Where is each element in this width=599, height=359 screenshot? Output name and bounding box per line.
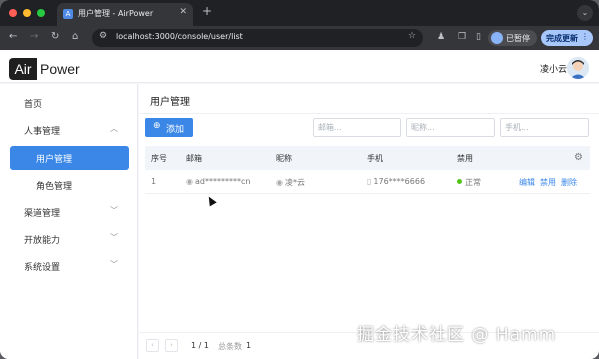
profile-label: 已暂停 (506, 34, 530, 43)
row-status: 正常 (457, 177, 481, 188)
mouse-cursor-icon (205, 194, 217, 207)
sidebar-item-label: 角色管理 (36, 182, 73, 192)
sidebar-item-user-management[interactable]: 用户管理 (10, 146, 129, 170)
extension-icon[interactable]: ♟ (437, 32, 445, 42)
column-header-email: 邮箱 (186, 154, 202, 163)
tab-active[interactable]: A 用户管理 - AirPower ✕ (57, 3, 193, 26)
chevron-down-icon: ﹀ (110, 233, 118, 242)
sidebar-item-label: 首页 (24, 100, 43, 110)
column-header-disabled: 禁用 (457, 154, 473, 163)
browser-window: A 用户管理 - AirPower ✕ + ⌄ ← → ↻ ⌂ ⚙ localh… (0, 0, 599, 359)
table-header: 序号 邮箱 昵称 手机 禁用 ⚙ (145, 146, 590, 170)
row-nickname-text: 凌*云 (284, 178, 305, 187)
email-filter-input[interactable] (313, 118, 401, 137)
delete-link[interactable]: 删除 (561, 177, 577, 188)
side-panel-icon[interactable]: ▯ (476, 32, 481, 42)
profile-avatar-icon (491, 32, 503, 44)
divider (139, 113, 599, 114)
sidebar-item-channel-management[interactable]: 渠道管理 ﹀ (0, 200, 138, 224)
status-badge: 正常 (465, 178, 481, 187)
watermark: 掘金技术社区 @ Hamm (357, 325, 557, 345)
user-avatar-icon (567, 57, 589, 79)
column-header-phone: 手机 (367, 154, 383, 163)
phone-icon[interactable]: ▯ (367, 177, 371, 186)
app-header: Air Power 凌小云 (0, 50, 599, 83)
add-button-label: 添加 (166, 125, 185, 135)
sidebar-item-open-capability[interactable]: 开放能力 ﹀ (0, 227, 138, 251)
maximize-window-button[interactable] (37, 9, 45, 17)
eye-icon[interactable]: ◉ (186, 177, 193, 186)
site-info-icon[interactable]: ⚙ (99, 31, 107, 41)
logo-power: Power (40, 61, 80, 77)
row-nickname: ◉ 凌*云 (276, 177, 305, 188)
add-button[interactable]: ⊕ 添加 (145, 118, 193, 137)
sidebar-item-label: 开放能力 (24, 236, 61, 246)
main-panel: 用户管理 ⊕ 添加 序号 邮箱 昵称 手机 禁用 ⚙ 1 ◉ad********… (139, 84, 599, 359)
more-menu-icon[interactable]: ⋮ (581, 32, 589, 41)
next-page-button[interactable]: › (165, 339, 178, 352)
sidebar-item-label: 渠道管理 (24, 209, 61, 219)
prev-page-button[interactable]: ‹ (146, 339, 159, 352)
extensions-puzzle-icon[interactable]: ❒ (458, 32, 466, 42)
total-count: 1 (246, 341, 252, 350)
status-dot-icon (457, 179, 462, 184)
sidebar-item-home[interactable]: 首页 (0, 91, 138, 115)
row-email-text: ad*********cn (194, 177, 251, 186)
total-label: 总条数 (218, 342, 242, 351)
reload-icon[interactable]: ↻ (51, 31, 59, 42)
minimize-window-button[interactable] (23, 9, 31, 17)
row-index: 1 (151, 177, 157, 186)
disable-link[interactable]: 禁用 (540, 177, 556, 188)
bookmark-star-icon[interactable]: ☆ (408, 31, 416, 41)
new-tab-icon[interactable]: + (202, 4, 212, 18)
url-text[interactable]: localhost:3000/console/user/list (116, 32, 243, 41)
chevron-up-icon: ︿ (110, 124, 118, 133)
column-header-nickname: 昵称 (276, 154, 292, 163)
row-phone: ▯ 176****6666 (367, 177, 425, 186)
page-indicator: 1 / 1 (191, 341, 209, 350)
row-email: ◉ ad*********cn (186, 177, 250, 186)
edit-link[interactable]: 编辑 (519, 177, 535, 188)
chevron-down-icon: ﹀ (110, 206, 118, 215)
username[interactable]: 凌小云 (540, 62, 567, 75)
tab-close-icon[interactable]: ✕ (179, 7, 187, 17)
phone-filter-input[interactable] (500, 118, 589, 137)
chevron-down-icon: ﹀ (110, 260, 118, 269)
tab-strip: A 用户管理 - AirPower ✕ + ⌄ (0, 0, 599, 26)
forward-arrow-icon[interactable]: → (30, 31, 38, 42)
table-settings-gear-icon[interactable]: ⚙ (574, 152, 583, 163)
close-window-button[interactable] (9, 9, 17, 17)
address-bar[interactable]: ⚙ localhost:3000/console/user/list ☆ (92, 29, 423, 47)
eye-icon[interactable]: ◉ (276, 178, 283, 187)
nickname-filter-input[interactable] (406, 118, 495, 137)
page-title: 用户管理 (150, 97, 190, 108)
sidebar: 首页 人事管理 ︿ 用户管理 角色管理 渠道管理 ﹀ 开放能力 ﹀ 系统设置 ﹀ (0, 84, 138, 359)
home-icon[interactable]: ⌂ (72, 31, 78, 42)
logo-air: Air (9, 58, 37, 80)
add-icon: ⊕ (153, 121, 161, 131)
table-row[interactable]: 1 ◉ ad*********cn ◉ 凌*云 ▯ 176****6666 正常 编辑… (145, 170, 590, 194)
profile-button[interactable]: 已暂停 (488, 30, 537, 46)
sidebar-item-label: 人事管理 (24, 127, 61, 137)
sidebar-item-label: 系统设置 (24, 263, 61, 273)
sidebar-item-system-settings[interactable]: 系统设置 ﹀ (0, 254, 138, 278)
tab-title: 用户管理 - AirPower (78, 9, 154, 18)
sidebar-item-hr-management[interactable]: 人事管理 ︿ (0, 118, 138, 142)
avatar[interactable] (567, 57, 589, 79)
back-arrow-icon[interactable]: ← (9, 31, 17, 42)
tab-search-chevron-icon[interactable]: ⌄ (577, 5, 593, 21)
column-header-index: 序号 (151, 154, 167, 163)
update-label: 完成更新 (546, 34, 578, 43)
update-button[interactable]: 完成更新 ⋮ (541, 30, 593, 46)
sidebar-item-label: 用户管理 (36, 155, 73, 165)
sidebar-item-role-management[interactable]: 角色管理 (0, 173, 138, 197)
row-phone-text: 176****6666 (373, 177, 426, 186)
favicon-icon: A (63, 9, 73, 19)
browser-toolbar: ← → ↻ ⌂ ⚙ localhost:3000/console/user/li… (0, 26, 599, 50)
